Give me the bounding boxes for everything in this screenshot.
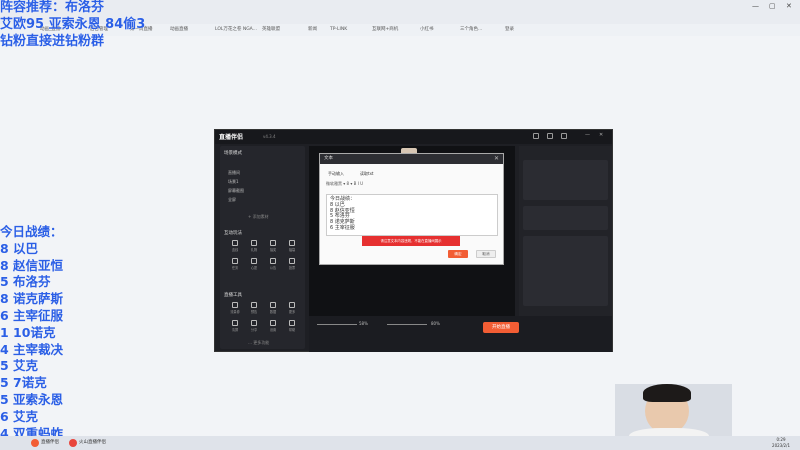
app-titlebar: 直播伴侣 v4.3.4 — ✕ bbox=[215, 130, 612, 144]
scene-header[interactable]: 场景模式 bbox=[224, 150, 242, 156]
result-item: 5 7诺克 bbox=[0, 375, 47, 391]
settings-icon[interactable] bbox=[547, 133, 553, 139]
text-source-dialog: 文本 ✕ 手动输入 读取txt 微软雅黑 ▾ 8 ▾ B I U 今日战绩： 8… bbox=[319, 153, 504, 265]
tool-button[interactable]: 更多 bbox=[283, 302, 301, 316]
ok-button[interactable]: 确定 bbox=[448, 250, 468, 258]
daily-results: 今日战绩： 8 以巴 8 赵信亚恒 5 布洛芬 8 诺克萨斯 6 主宰征服 1 … bbox=[0, 224, 63, 442]
radio-txt[interactable]: 读取txt bbox=[360, 171, 374, 177]
mic-value: 80% bbox=[431, 321, 440, 326]
bookmark[interactable]: LOL万花之卷 NGA... bbox=[215, 25, 257, 35]
bookmark[interactable]: 新闻 bbox=[308, 25, 317, 35]
tool-button[interactable]: 心愿 bbox=[245, 258, 263, 272]
result-item: 1 10诺克 bbox=[0, 324, 56, 340]
tool-button[interactable]: 连线 bbox=[226, 240, 244, 254]
add-source-button[interactable]: + 添加素材 bbox=[248, 214, 269, 220]
bookmark[interactable]: TP-LINK bbox=[330, 25, 347, 35]
tools2-header: 直播工具 bbox=[224, 293, 242, 298]
start-live-button[interactable]: 开始直播 bbox=[483, 322, 519, 333]
tool-button[interactable]: 流量券 bbox=[226, 302, 244, 316]
result-item: 5 亚索永恩 bbox=[0, 391, 64, 407]
app-logo: 直播伴侣 bbox=[219, 134, 244, 141]
tool-button[interactable]: 任务 bbox=[226, 258, 244, 272]
close-icon[interactable]: ✕ bbox=[494, 154, 499, 164]
result-item: 5 布洛芬 bbox=[0, 274, 51, 290]
radio-manual[interactable]: 手动输入 bbox=[328, 171, 344, 177]
text-toolbar[interactable]: 微软雅黑 ▾ 8 ▾ B I U bbox=[326, 181, 498, 190]
bookmark[interactable]: 小红书 bbox=[420, 25, 434, 35]
bookmark[interactable]: 互联网+商机 bbox=[372, 25, 398, 35]
error-toast: 请注意文本内容违规，不能在直播间展示 bbox=[362, 236, 460, 246]
text-input-area[interactable]: 今日战绩： 8 以巴 8 赵信亚恒 5 布洛芬 8 诺克萨斯 6 主宰征服 bbox=[326, 194, 498, 236]
result-item: 6 主宰征服 bbox=[0, 307, 64, 323]
tool-button[interactable]: 帮助 bbox=[283, 320, 301, 334]
webcam-feed bbox=[615, 384, 732, 442]
tool-button[interactable]: 设置 bbox=[264, 320, 282, 334]
tool-button[interactable]: 预告 bbox=[245, 302, 263, 316]
taskbar-item[interactable]: 直播伴侣 bbox=[30, 438, 59, 448]
mic-slider[interactable] bbox=[387, 324, 427, 325]
scene-item[interactable]: 全屏 bbox=[228, 197, 236, 203]
tool-button[interactable]: 分享 bbox=[245, 320, 263, 334]
taskbar-item[interactable]: 火山直播伴侣 bbox=[68, 438, 106, 448]
result-item: 8 赵信亚恒 bbox=[0, 257, 64, 273]
tool-button[interactable]: 礼物 bbox=[245, 240, 263, 254]
result-item: 8 诺克萨斯 bbox=[0, 291, 64, 307]
left-panel: 场景模式 直播间 场景1 屏幕截图 全屏 + 添加素材 互动玩法 连线 礼物 抽… bbox=[220, 146, 305, 349]
tool-button[interactable]: 清屏 bbox=[226, 320, 244, 334]
result-item: 8 以巴 bbox=[0, 240, 39, 256]
volume-slider[interactable] bbox=[317, 324, 357, 325]
stats-line: 艾欧95 亚索永恩 84偷3 bbox=[0, 17, 146, 32]
scene-item[interactable]: 屏幕截图 bbox=[228, 188, 244, 194]
tool-button[interactable]: 投票 bbox=[283, 258, 301, 272]
right-panel bbox=[519, 146, 612, 316]
bookmark[interactable]: 三个角色... bbox=[460, 25, 482, 35]
scene-item[interactable]: 场景1 bbox=[228, 179, 239, 185]
bookmark[interactable]: 动画直播 bbox=[170, 25, 188, 35]
results-title: 今日战绩： bbox=[0, 224, 63, 239]
minimize-icon[interactable]: — bbox=[585, 132, 591, 138]
audio-control-bar: 58% 80% bbox=[309, 316, 612, 352]
bookmark[interactable]: 登录 bbox=[505, 25, 514, 35]
tools-header: 互动玩法 bbox=[224, 231, 242, 236]
bookmark[interactable]: 英雄联盟 bbox=[262, 25, 280, 35]
lineup-recommendation: 阵容推荐：布洛芬 bbox=[0, 0, 105, 15]
volume-value: 58% bbox=[359, 321, 368, 326]
diamond-fan-notice: 钻粉直接进钻粉群 bbox=[0, 34, 105, 49]
message-icon[interactable] bbox=[533, 133, 539, 139]
minimize-button[interactable]: — bbox=[752, 2, 759, 10]
avatar[interactable] bbox=[561, 133, 567, 139]
tool-button[interactable]: 抽奖 bbox=[264, 240, 282, 254]
result-item: 6 艾克 bbox=[0, 408, 39, 424]
result-item: 5 艾克 bbox=[0, 358, 39, 374]
more-functions-button[interactable]: … 更多功能 bbox=[248, 340, 269, 346]
result-item: 4 主宰裁决 bbox=[0, 341, 64, 357]
taskbar: 直播伴侣 火山直播伴侣 0:29 2023/2/1 bbox=[0, 436, 800, 450]
system-clock: 0:29 2023/2/1 bbox=[772, 437, 790, 448]
cancel-button[interactable]: 取消 bbox=[476, 250, 496, 258]
tool-button[interactable]: 公告 bbox=[264, 258, 282, 272]
app-version: v4.3.4 bbox=[263, 134, 276, 139]
scene-item[interactable]: 直播间 bbox=[228, 170, 240, 176]
close-window-button[interactable]: ✕ bbox=[786, 2, 792, 10]
tool-button[interactable]: 数据 bbox=[264, 302, 282, 316]
close-icon[interactable]: ✕ bbox=[599, 132, 605, 138]
tool-button[interactable]: 福袋 bbox=[283, 240, 301, 254]
maximize-button[interactable]: ▢ bbox=[769, 2, 776, 10]
dialog-title: 文本 ✕ bbox=[320, 154, 503, 164]
